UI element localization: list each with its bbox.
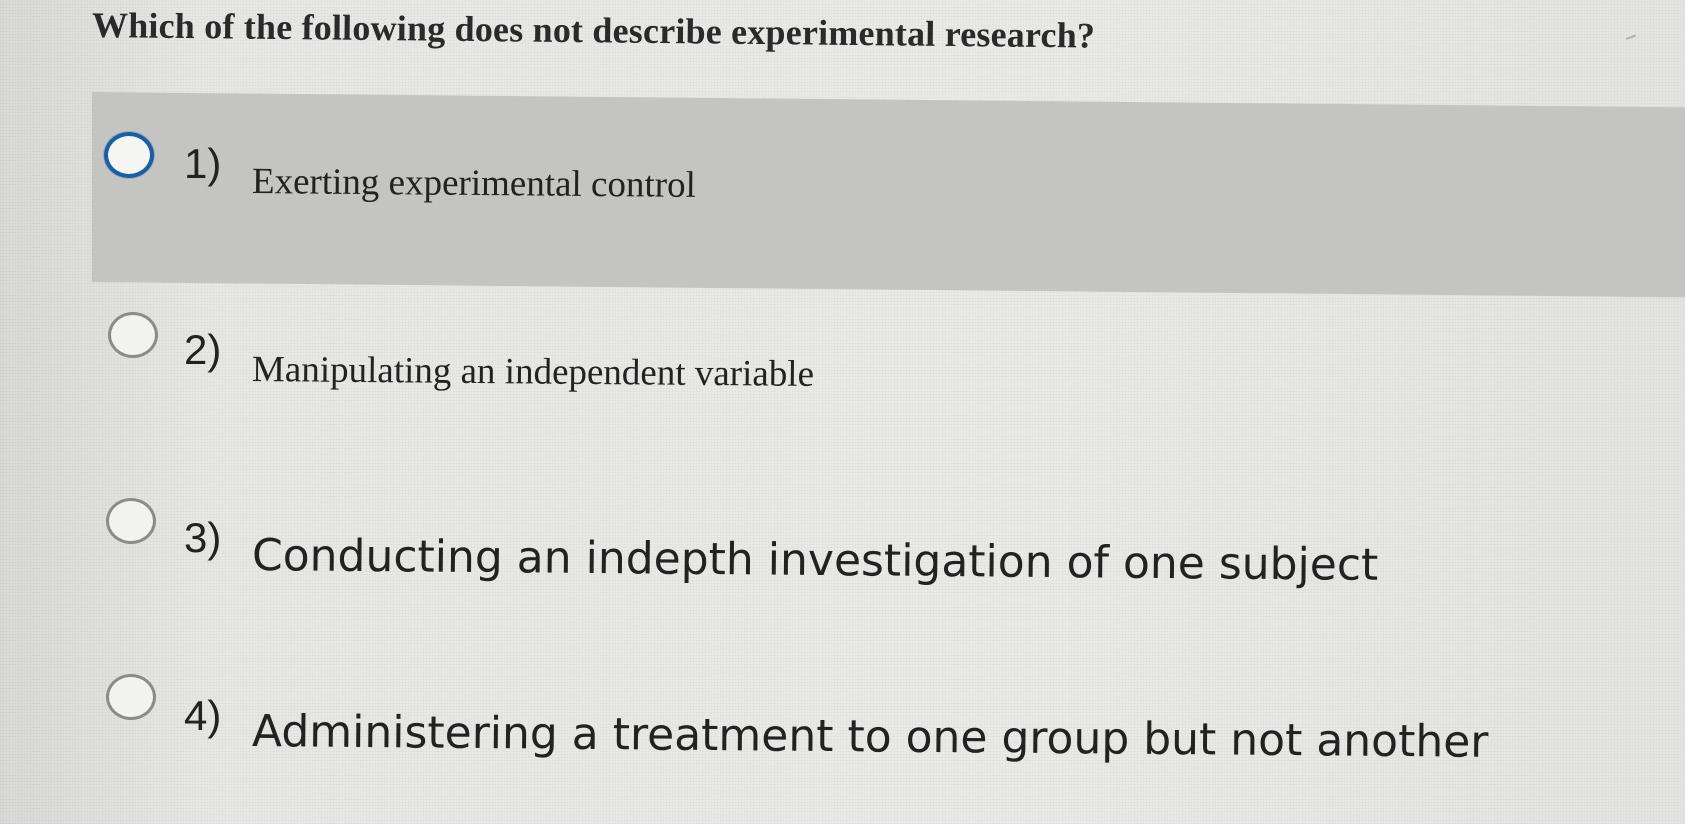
option-number: 1): [184, 140, 222, 187]
option-label: Conducting an indepth investigation of o…: [251, 530, 1379, 591]
option-number: 4): [184, 692, 222, 739]
option-label: Administering a treatment to one group b…: [251, 706, 1489, 768]
option-number: 2): [184, 326, 222, 373]
radio-button-icon[interactable]: [106, 498, 156, 544]
radio-button-icon[interactable]: [106, 674, 156, 720]
radio-button-icon[interactable]: [104, 132, 154, 178]
option-number: 3): [184, 514, 222, 561]
radio-button-icon[interactable]: [108, 312, 158, 358]
option-label: Exerting experimental control: [251, 161, 697, 206]
option-label: Manipulating an independent variable: [251, 349, 815, 395]
answer-options: 1) Exerting experimental control 2) Mani…: [0, 0, 1685, 824]
quiz-screen: Which of the following does not describe…: [0, 0, 1685, 824]
